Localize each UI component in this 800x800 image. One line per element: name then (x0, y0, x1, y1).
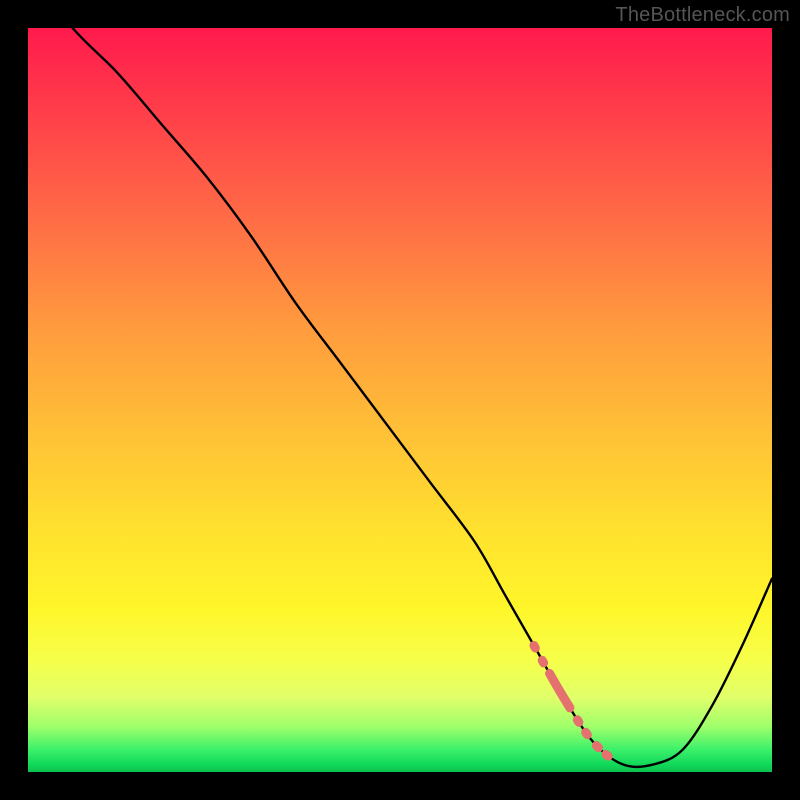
watermark-text: TheBottleneck.com (615, 4, 790, 27)
bottleneck-curve (28, 28, 772, 772)
plot-area (28, 28, 772, 772)
chart-stage: TheBottleneck.com (0, 0, 800, 800)
